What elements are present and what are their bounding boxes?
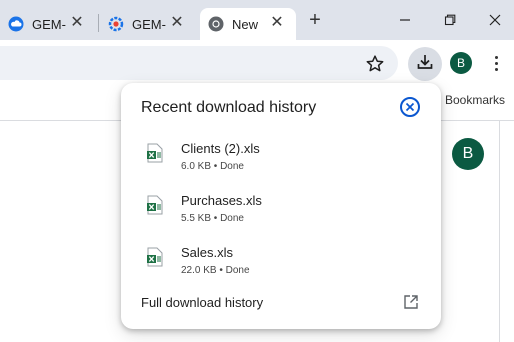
close-tab-icon[interactable]: ✕ (68, 14, 86, 32)
tab-title: New (232, 16, 259, 32)
cloud-icon (8, 16, 24, 32)
restore-icon[interactable] (430, 8, 470, 32)
download-meta: 5.5 KB • Done (181, 213, 244, 224)
download-icon (416, 53, 434, 76)
gear-icon (108, 16, 124, 32)
all-bookmarks-link[interactable]: Bookmarks (445, 93, 505, 107)
excel-file-icon (147, 143, 163, 163)
bookmark-star-icon[interactable] (365, 54, 385, 74)
tab-title: GEM- (32, 16, 66, 32)
close-tab-icon[interactable]: ✕ (268, 14, 286, 32)
download-history-popup: Recent download history Clients (2).xls … (121, 83, 441, 329)
download-filename: Sales.xls (181, 245, 234, 260)
more-menu-icon[interactable] (486, 52, 506, 74)
close-window-icon[interactable] (475, 8, 514, 32)
download-filename: Purchases.xls (181, 193, 262, 208)
download-item[interactable]: Purchases.xls 5.5 KB • Done (121, 189, 441, 233)
tab-title: GEM- (132, 16, 166, 32)
close-tab-icon[interactable]: ✕ (168, 14, 186, 32)
full-download-history-link[interactable]: Full download history (141, 295, 263, 310)
open-in-new-icon[interactable] (403, 294, 419, 310)
popup-title: Recent download history (141, 99, 317, 116)
tab-strip: GEM- ✕ GEM- ✕ New ✕ + (0, 0, 514, 40)
address-bar[interactable] (0, 46, 398, 80)
new-tab-plus-icon[interactable]: + (304, 10, 326, 32)
download-item[interactable]: Clients (2).xls 6.0 KB • Done (121, 137, 441, 181)
tab-gem-1[interactable]: GEM- ✕ (0, 8, 96, 40)
download-item[interactable]: Sales.xls 22.0 KB • Done (121, 241, 441, 285)
download-meta: 6.0 KB • Done (181, 161, 244, 172)
tab-gem-2[interactable]: GEM- ✕ (100, 8, 196, 40)
page-avatar[interactable]: B (452, 138, 484, 170)
tab-new-tab[interactable]: New ✕ (200, 8, 296, 40)
profile-avatar-button[interactable]: B (450, 52, 472, 74)
chrome-icon (208, 16, 224, 32)
close-popup-icon[interactable] (400, 97, 420, 117)
download-filename: Clients (2).xls (181, 141, 260, 156)
tab-separator (98, 14, 99, 32)
excel-file-icon (147, 247, 163, 267)
excel-file-icon (147, 195, 163, 215)
downloads-button[interactable] (408, 47, 442, 81)
download-meta: 22.0 KB • Done (181, 265, 250, 276)
minimize-icon[interactable] (385, 8, 425, 32)
page-divider (499, 121, 500, 342)
